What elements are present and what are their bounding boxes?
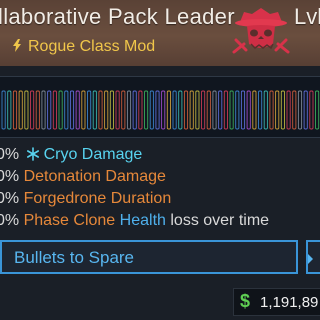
stat-bar: [149, 90, 154, 130]
stat-bar: [144, 90, 149, 130]
stat-bar: [229, 90, 234, 130]
stat-name-health: Health: [119, 212, 166, 229]
stat-bars-panel: [0, 76, 320, 138]
price-box: $ 1,191,89: [233, 288, 320, 316]
stat-name: Cryo Damage: [43, 146, 143, 163]
stat-line-forgedrone: 0% Forgedrone Duration: [0, 190, 171, 208]
stat-bar: [121, 90, 126, 130]
stat-bar: [201, 90, 206, 130]
stat-bar: [126, 90, 132, 130]
stat-bar: [292, 90, 297, 130]
stat-bar: [218, 90, 223, 130]
skull-cowboy-hat-icon: [232, 8, 290, 54]
stat-bar: [87, 90, 92, 130]
stat-value: 0%: [0, 146, 20, 163]
stat-bar: [178, 90, 183, 130]
stat-bar: [47, 90, 52, 130]
stat-bar: [269, 90, 274, 130]
snowflake-icon: [26, 147, 39, 161]
perk-bullets-to-spare[interactable]: Bullets to Spare: [0, 240, 298, 274]
stat-bar: [24, 90, 29, 130]
stat-bar: [212, 90, 217, 130]
stat-bar: [69, 90, 75, 130]
stat-bar: [309, 90, 314, 130]
stat-bar: [41, 90, 46, 130]
arrow-right-icon: [308, 254, 313, 264]
stat-bar: [206, 90, 211, 130]
stat-value: 0%: [0, 190, 20, 207]
stat-bar: [189, 90, 194, 130]
stat-bar: [223, 90, 228, 130]
stat-bar: [1, 90, 6, 130]
perk-name: Bullets to Spare: [14, 248, 135, 267]
perk-accent-bar: [0, 242, 2, 272]
stat-bar: [132, 90, 137, 130]
stat-name: Phase Clone: [23, 212, 116, 229]
stat-line-cryo: 0% Cryo Damage: [0, 146, 142, 164]
stat-bar: [35, 90, 40, 130]
stat-bar: [58, 90, 63, 130]
stat-bar: [252, 90, 257, 130]
stat-suffix: loss over time: [170, 212, 270, 229]
stat-bar: [12, 90, 18, 130]
stat-line-detonation: 0% Detonation Damage: [0, 168, 166, 186]
stat-bar: [18, 90, 23, 130]
item-type-label: Rogue Class Mod: [28, 38, 156, 55]
stat-bar: [275, 90, 280, 130]
stat-name: Forgedrone Duration: [23, 190, 172, 207]
stat-bar: [297, 90, 303, 130]
stat-bar: [195, 90, 200, 130]
stat-bar: [172, 90, 177, 130]
stat-bar: [235, 90, 240, 130]
stat-bar: [138, 90, 143, 130]
stat-bar: [303, 90, 308, 130]
stat-bar: [75, 90, 80, 130]
stat-bar: [115, 90, 120, 130]
stat-bar: [98, 90, 103, 130]
stat-value: 0%: [0, 212, 20, 229]
item-header: llaborative Pack Leader Lvl Rogue Class …: [0, 0, 320, 66]
stat-bar: [263, 90, 268, 130]
stat-bar: [52, 90, 57, 130]
stat-bar: [81, 90, 86, 130]
stat-bar: [183, 90, 189, 130]
stat-bar: [286, 90, 291, 130]
next-perk-tab[interactable]: [306, 240, 320, 274]
stat-bar: [7, 90, 12, 130]
stat-bar: [30, 90, 35, 130]
stat-bar: [104, 90, 109, 130]
stat-bar: [161, 90, 166, 130]
stat-bar: [155, 90, 160, 130]
stat-value: 0%: [0, 168, 20, 185]
stat-bars: [1, 90, 320, 130]
dollar-icon: $: [240, 291, 251, 311]
price-value: 1,191,89: [260, 294, 319, 311]
stat-bar: [92, 90, 97, 130]
stat-bar: [64, 90, 69, 130]
stat-bar: [166, 90, 171, 130]
level-label: Lvl: [294, 4, 320, 29]
lightning-icon: [13, 39, 21, 52]
stat-line-phase-clone: 0% Phase Clone Health loss over time: [0, 212, 269, 230]
item-type: Rogue Class Mod: [12, 38, 155, 56]
stat-bar: [258, 90, 263, 130]
stat-bar: [246, 90, 251, 130]
stat-bar: [109, 90, 114, 130]
stat-name: Detonation Damage: [23, 168, 166, 185]
stat-bar: [315, 90, 320, 130]
stat-bar: [240, 90, 246, 130]
stat-bar: [280, 90, 285, 130]
item-name: llaborative Pack Leader: [0, 4, 235, 29]
